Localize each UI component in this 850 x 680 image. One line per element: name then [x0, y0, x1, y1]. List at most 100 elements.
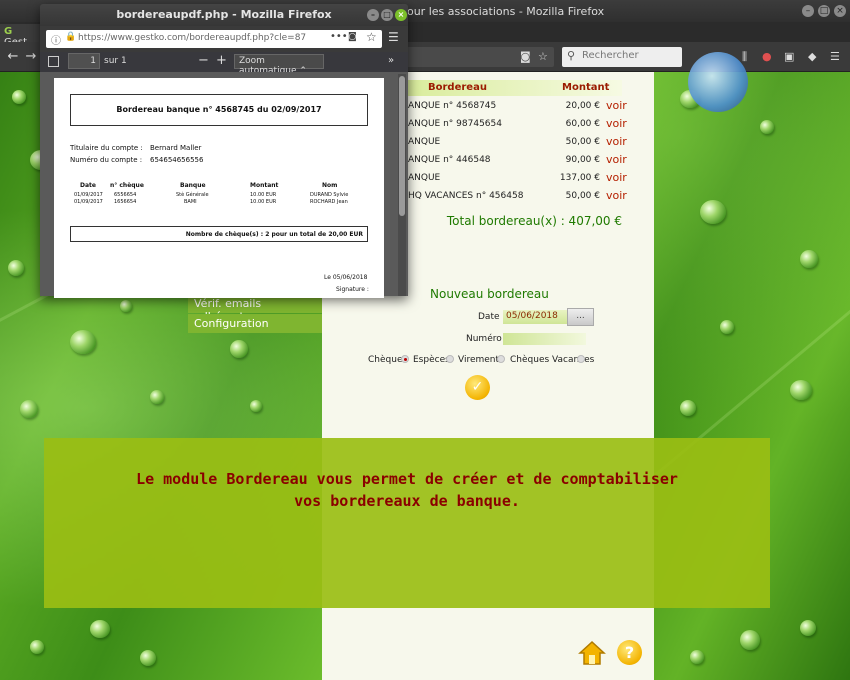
bookmark-star-icon[interactable]: ☆	[366, 30, 377, 44]
banner-text: Le module Bordereau vous permet de créer…	[44, 468, 770, 512]
pocket-icon[interactable]: ◙	[520, 49, 531, 65]
column-bordereau: Bordereau	[428, 82, 487, 93]
banner-line-1: Le module Bordereau vous permet de créer…	[136, 470, 678, 488]
zoom-out-icon[interactable]: −	[198, 53, 209, 68]
table-row: ANQUE 50,00 € voir	[404, 134, 634, 152]
forward-icon[interactable]: →	[22, 48, 40, 66]
row-description: ANQUE n° 446548	[408, 155, 491, 165]
holder-label: Titulaire du compte :	[70, 144, 143, 152]
row-description: ANQUE n° 98745654	[408, 119, 502, 129]
home-icon[interactable]	[578, 640, 606, 666]
maximize-icon[interactable]: □	[818, 5, 830, 17]
search-input[interactable]: ⚲ Rechercher	[562, 47, 682, 67]
row-description: ANQUE	[408, 137, 441, 147]
row-description: HQ VACANCES n° 456458	[408, 191, 524, 201]
adblock-icon[interactable]: ●	[762, 49, 772, 65]
pdf-cell: 01/09/2017	[74, 192, 103, 198]
sidebar-icon[interactable]: ▣	[784, 49, 794, 65]
table-row: ANQUE n° 4568745 20,00 € voir	[404, 98, 634, 116]
pdf-cell: 10.00 EUR	[250, 199, 277, 205]
back-icon[interactable]: ←	[4, 48, 22, 66]
popup-title: bordereaupdf.php - Mozilla Firefox	[116, 8, 332, 21]
validate-check-icon[interactable]: ✓	[465, 375, 490, 400]
pdf-cell: ROCHARD Jean	[310, 199, 348, 205]
pdf-cell: 6556654	[114, 192, 137, 198]
page-actions-icon[interactable]: •••	[330, 31, 348, 42]
popup-minimize-icon[interactable]: –	[367, 9, 379, 21]
type-virements-radio[interactable]	[497, 355, 505, 363]
row-description: ANQUE n° 4568745	[408, 101, 497, 111]
pdf-toolbar: 1 sur 1 − + Zoom automatique ⌃ »	[40, 52, 408, 76]
menu-icon[interactable]: ☰	[830, 49, 840, 65]
scrollbar-thumb[interactable]	[399, 76, 405, 216]
popup-menu-icon[interactable]: ☰	[388, 30, 399, 44]
pdf-col-montant: Montant	[250, 182, 279, 189]
table-row: ANQUE 137,00 € voir	[404, 170, 634, 188]
pdf-cell: DURAND Sylvie	[310, 192, 349, 198]
account-label: Numéro du compte :	[70, 156, 143, 164]
page-number-input[interactable]: 1	[68, 53, 100, 69]
sidebar-toggle-icon[interactable]	[48, 56, 59, 67]
voir-link[interactable]: voir	[606, 171, 627, 184]
pdf-scrollbar[interactable]	[398, 74, 406, 296]
row-amount: 50,00 €	[565, 137, 600, 147]
pdf-signature: Signature :	[336, 286, 369, 293]
extension-icon[interactable]: ◆	[808, 49, 816, 65]
more-tools-icon[interactable]: »	[388, 55, 394, 66]
zoom-in-icon[interactable]: +	[216, 53, 227, 68]
popup-url: https://www.gestko.com/bordereaupdf.php?…	[78, 33, 307, 43]
pdf-total: Nombre de chèque(s) : 2 pour un total de…	[70, 226, 368, 242]
type-cheques-radio[interactable]	[401, 355, 409, 363]
pdf-cell: 01/09/2017	[74, 199, 103, 205]
table-row: ANQUE n° 446548 90,00 € voir	[404, 152, 634, 170]
row-amount: 90,00 €	[565, 155, 600, 165]
date-field[interactable]: 05/06/2018	[503, 310, 567, 324]
table-row: ANQUE n° 98745654 60,00 € voir	[404, 116, 634, 134]
voir-link[interactable]: voir	[606, 117, 627, 130]
row-amount: 20,00 €	[565, 101, 600, 111]
table-row: HQ VACANCES n° 456458 50,00 € voir	[404, 188, 634, 206]
voir-link[interactable]: voir	[606, 189, 627, 202]
banner-line-2: vos bordereaux de banque.	[294, 492, 520, 510]
pdf-page: Bordereau banque n° 4568745 du 02/09/201…	[54, 78, 384, 298]
date-label: Date :	[478, 312, 506, 322]
pdf-cell: 1656654	[114, 199, 137, 205]
column-montant: Montant	[562, 82, 610, 93]
voir-link[interactable]: voir	[606, 135, 627, 148]
type-cheques-vacances-radio[interactable]	[577, 355, 585, 363]
numero-label: Numéro :	[466, 334, 508, 344]
type-especes-radio[interactable]	[446, 355, 454, 363]
close-icon[interactable]: ×	[834, 5, 846, 17]
pocket-icon[interactable]: ◙	[348, 32, 357, 42]
pdf-cell: Stè Générale	[176, 192, 209, 198]
date-picker-button[interactable]: ...	[567, 308, 594, 326]
voir-link[interactable]: voir	[606, 99, 627, 112]
numero-field[interactable]	[503, 333, 586, 345]
search-placeholder: Rechercher	[582, 50, 639, 61]
zoom-select[interactable]: Zoom automatique ⌃	[234, 54, 324, 76]
pdf-col-cheque: n° chèque	[110, 182, 144, 189]
popup-url-bar[interactable]: ⓘ 🔒 https://www.gestko.com/bordereaupdf.…	[46, 30, 382, 48]
type-especes-label: Espèces	[413, 355, 450, 365]
pdf-col-nom: Nom	[322, 182, 338, 189]
pdf-cell: BAMI	[184, 199, 197, 205]
help-icon[interactable]: ?	[617, 640, 642, 665]
pdf-viewer-area: Bordereau banque n° 4568745 du 02/09/201…	[40, 72, 408, 298]
tab-gestko[interactable]: G Gest	[0, 24, 40, 48]
bordereau-table-header: Bordereau Montant	[404, 80, 622, 96]
pdf-col-date: Date	[80, 182, 96, 189]
bookmark-star-icon[interactable]: ☆	[538, 49, 548, 65]
url-bar[interactable]	[404, 47, 554, 67]
info-icon[interactable]: ⓘ	[51, 32, 61, 47]
library-icon[interactable]: ⫼	[742, 49, 747, 65]
popup-close-icon[interactable]: ×	[395, 9, 407, 21]
popup-maximize-icon[interactable]: □	[381, 9, 393, 21]
menu-item-configuration[interactable]: Configuration	[188, 314, 322, 333]
row-amount: 137,00 €	[559, 173, 600, 183]
row-amount: 50,00 €	[565, 191, 600, 201]
main-window-title: pour les associations - Mozilla Firefox	[400, 5, 605, 18]
voir-link[interactable]: voir	[606, 153, 627, 166]
row-description: ANQUE	[408, 173, 441, 183]
firefox-logo	[688, 52, 748, 112]
minimize-icon[interactable]: –	[802, 5, 814, 17]
